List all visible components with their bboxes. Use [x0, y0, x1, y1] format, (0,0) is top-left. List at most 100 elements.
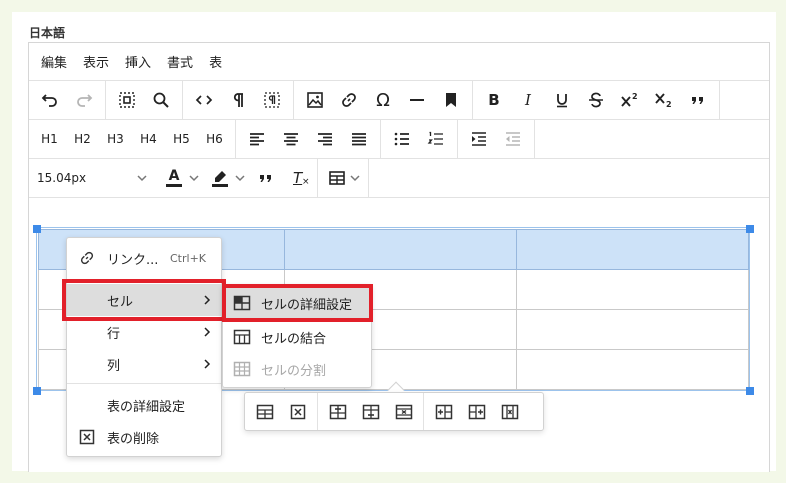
link-icon[interactable] — [332, 81, 366, 120]
delete-table-icon[interactable] — [281, 393, 314, 430]
resize-handle-bottom-left[interactable] — [33, 387, 41, 395]
horizontal-rule-icon[interactable] — [400, 81, 434, 120]
toolbar-group-indent — [458, 120, 535, 158]
toolbar-group-insert: Ω — [294, 81, 473, 119]
table-button[interactable] — [322, 159, 364, 198]
resize-handle-top-left[interactable] — [33, 225, 41, 233]
toolbar-group-align — [236, 120, 381, 158]
justify-icon[interactable] — [342, 120, 376, 159]
image-icon[interactable] — [298, 81, 332, 120]
insert-column-after-icon[interactable] — [460, 393, 493, 430]
chevron-down-icon — [137, 173, 147, 183]
text-color-icon: A — [165, 169, 183, 187]
submenu-split-cell[interactable]: セルの分割 — [223, 353, 371, 385]
redo-icon[interactable] — [67, 81, 101, 120]
context-menu-table-properties[interactable]: 表の詳細設定 — [67, 389, 221, 421]
insert-column-before-icon[interactable] — [427, 393, 460, 430]
subscript-icon[interactable]: 2 — [647, 81, 681, 120]
table-toolbar-group-rows — [318, 393, 424, 430]
svg-text:2: 2 — [632, 92, 638, 101]
menu-insert[interactable]: 挿入 — [125, 52, 151, 71]
heading-6-button[interactable]: H6 — [198, 120, 231, 159]
resize-handle-bottom-right[interactable] — [746, 387, 754, 395]
merge-cells-icon — [233, 329, 251, 345]
menu-format[interactable]: 書式 — [167, 52, 193, 71]
context-menu-link[interactable]: リンク... Ctrl+K — [67, 242, 221, 274]
text-color-button[interactable]: A — [157, 159, 203, 198]
toolbar-row-2: H1 H2 H3 H4 H5 H6 — [29, 120, 769, 159]
menu-view[interactable]: 表示 — [83, 52, 109, 71]
font-size-value: 15.04px — [37, 171, 87, 185]
bullet-list-icon[interactable] — [385, 120, 419, 159]
delete-row-icon[interactable] — [387, 393, 420, 430]
align-left-icon[interactable] — [240, 120, 274, 159]
outdent-icon[interactable] — [496, 120, 530, 159]
toolbar-group-code — [183, 81, 294, 119]
bold-icon[interactable]: B — [477, 81, 511, 120]
heading-5-button[interactable]: H5 — [165, 120, 198, 159]
numbered-list-icon[interactable] — [419, 120, 453, 159]
table-toolbar-group-table — [245, 393, 318, 430]
highlight-box-cell — [62, 279, 226, 321]
split-cell-icon — [233, 361, 251, 377]
table-cell[interactable] — [284, 229, 517, 270]
chevron-down-icon — [350, 173, 360, 183]
bookmark-icon[interactable] — [434, 81, 468, 120]
toolbar-group-lists — [381, 120, 458, 158]
toolbar-group-history — [29, 81, 106, 119]
underline-icon[interactable] — [545, 81, 579, 120]
toolbar-row-1: Ω B I 2 2 — [29, 81, 769, 120]
table-cell[interactable] — [516, 269, 749, 310]
table-context-toolbar — [244, 392, 544, 431]
menu-table[interactable]: 表 — [209, 52, 222, 71]
link-icon — [79, 250, 95, 266]
strikethrough-icon[interactable] — [579, 81, 613, 120]
pilcrow-icon[interactable] — [221, 81, 255, 120]
context-menu: リンク... Ctrl+K セル 行 列 表の詳細設定 表の削除 — [66, 237, 222, 457]
superscript-icon[interactable]: 2 — [613, 81, 647, 120]
table-cell[interactable] — [516, 309, 749, 350]
insert-row-after-icon[interactable] — [354, 393, 387, 430]
search-icon[interactable] — [144, 81, 178, 120]
align-right-icon[interactable] — [308, 120, 342, 159]
submenu-merge-cells[interactable]: セルの結合 — [223, 321, 371, 353]
insert-row-before-icon[interactable] — [321, 393, 354, 430]
table-toolbar-group-columns — [424, 393, 529, 430]
heading-1-button[interactable]: H1 — [33, 120, 66, 159]
clear-format-icon[interactable]: T × — [283, 159, 317, 198]
chevron-right-icon — [203, 359, 211, 369]
heading-4-button[interactable]: H4 — [132, 120, 165, 159]
blockquote-icon[interactable] — [681, 81, 715, 120]
context-menu-divider — [67, 383, 221, 384]
table-cell[interactable] — [516, 229, 749, 270]
resize-handle-top-right[interactable] — [746, 225, 754, 233]
highlight-icon — [211, 170, 229, 187]
context-menu-delete-table[interactable]: 表の削除 — [67, 421, 221, 453]
toolbar-group-font: 15.04px A T × — [29, 159, 318, 197]
context-menu-column[interactable]: 列 — [67, 348, 221, 380]
highlight-button[interactable] — [203, 159, 249, 198]
table-properties-icon[interactable] — [248, 393, 281, 430]
toolbar-row-3: 15.04px A T × — [29, 159, 769, 198]
code-icon[interactable] — [187, 81, 221, 120]
highlight-box-cell-properties — [222, 284, 373, 322]
select-all-icon[interactable] — [110, 81, 144, 120]
field-label: 日本語 — [29, 26, 66, 40]
omega-icon[interactable]: Ω — [366, 81, 400, 120]
italic-icon[interactable]: I — [511, 81, 545, 120]
toolbar-group-table — [318, 159, 369, 197]
table-cell[interactable] — [516, 349, 749, 390]
indent-icon[interactable] — [462, 120, 496, 159]
delete-column-icon[interactable] — [493, 393, 526, 430]
heading-2-button[interactable]: H2 — [66, 120, 99, 159]
chevron-right-icon — [203, 327, 211, 337]
undo-icon[interactable] — [33, 81, 67, 120]
toolbar-group-select — [106, 81, 183, 119]
menu-edit[interactable]: 編集 — [41, 52, 67, 71]
font-size-select[interactable]: 15.04px — [29, 159, 157, 198]
visual-blocks-icon[interactable] — [255, 81, 289, 120]
align-center-icon[interactable] — [274, 120, 308, 159]
quote-icon[interactable] — [249, 159, 283, 198]
heading-3-button[interactable]: H3 — [99, 120, 132, 159]
menubar: 編集 表示 挿入 書式 表 — [29, 43, 769, 81]
